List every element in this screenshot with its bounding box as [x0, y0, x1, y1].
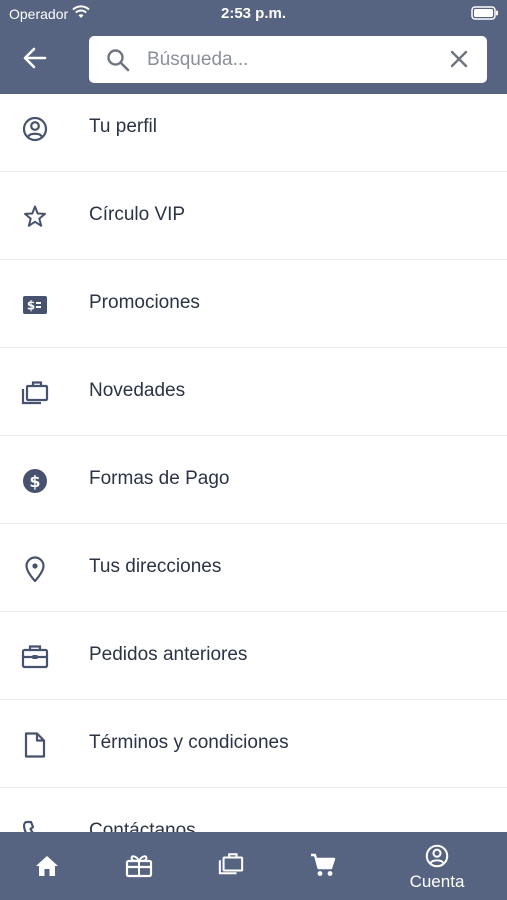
menu-item-payment-methods[interactable]: $ Formas de Pago [0, 436, 507, 524]
tab-cart[interactable] [277, 832, 369, 900]
briefcase-stack-icon [21, 381, 49, 405]
menu-item-addresses[interactable]: Tus direcciones [0, 524, 507, 612]
briefcase-stack-icon [218, 853, 244, 875]
search-input[interactable] [147, 36, 427, 83]
document-icon [24, 732, 46, 758]
dollar-circle-icon: $ [23, 469, 47, 493]
status-bar: Operador 2:53 p.m. [0, 0, 507, 28]
tab-gifts[interactable] [93, 832, 185, 900]
gift-icon [125, 855, 153, 878]
menu-item-contact[interactable]: Contáctanos [0, 788, 507, 832]
phone-icon [22, 820, 35, 832]
user-circle-icon [425, 844, 449, 868]
menu-item-news[interactable]: Novedades [0, 348, 507, 436]
tab-bar: Cuenta [0, 832, 507, 900]
close-icon [450, 50, 468, 68]
tab-home[interactable] [1, 832, 93, 900]
svg-text:$: $ [29, 472, 40, 491]
tab-news[interactable] [185, 832, 277, 900]
battery-icon [471, 6, 499, 23]
back-button[interactable] [14, 42, 56, 78]
menu-item-vip-circle[interactable]: Círculo VIP [0, 172, 507, 260]
menu-item-terms[interactable]: Términos y condiciones [0, 700, 507, 788]
menu-item-label: Tu perfil [89, 116, 157, 137]
account-menu: Tu perfil Círculo VIP $ Promociones Nove… [0, 84, 507, 832]
menu-item-label: Contáctanos [89, 820, 196, 832]
menu-item-label: Círculo VIP [89, 204, 186, 225]
menu-item-label: Tus direcciones [89, 556, 222, 577]
user-circle-icon [22, 116, 48, 142]
menu-item-past-orders[interactable]: Pedidos anteriores [0, 612, 507, 700]
map-pin-icon [25, 556, 45, 583]
search-box [89, 36, 487, 83]
toolbox-icon [21, 645, 49, 669]
clock: 2:53 p.m. [220, 5, 287, 22]
clear-search-button[interactable] [449, 49, 469, 74]
home-icon [36, 856, 58, 876]
menu-item-profile[interactable]: Tu perfil [0, 84, 507, 172]
menu-item-label: Novedades [89, 380, 186, 401]
tab-account[interactable]: Cuenta [391, 832, 483, 900]
menu-item-label: Pedidos anteriores [89, 644, 248, 665]
cart-icon [311, 853, 336, 876]
ticket-icon: $ [23, 296, 47, 314]
star-icon [24, 205, 46, 227]
search-icon [106, 48, 130, 77]
menu-item-label: Términos y condiciones [89, 732, 289, 753]
menu-item-promotions[interactable]: $ Promociones [0, 260, 507, 348]
menu-item-label: Promociones [89, 292, 200, 313]
menu-item-label: Formas de Pago [89, 468, 230, 489]
svg-text:$: $ [27, 299, 35, 313]
arrow-left-icon [23, 47, 47, 74]
tab-account-label: Cuenta [409, 872, 465, 891]
